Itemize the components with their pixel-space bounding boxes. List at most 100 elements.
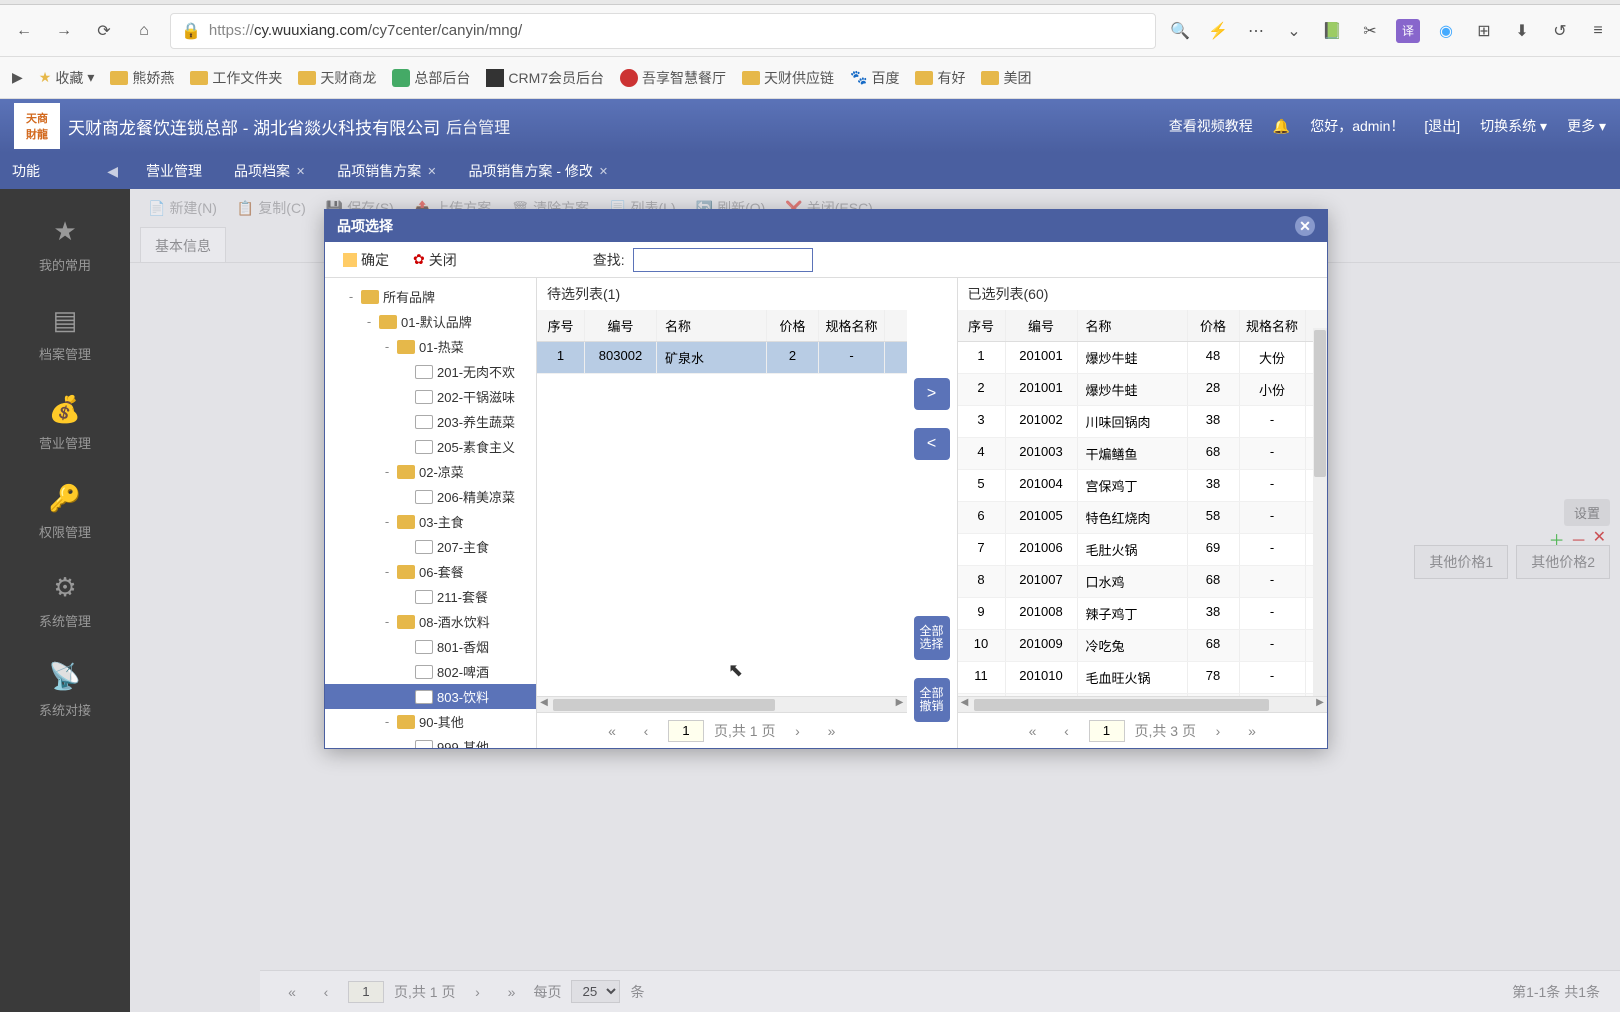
bookmark-favorites[interactable]: ★收藏 ▾ — [39, 68, 95, 88]
bell-icon[interactable]: 🔔 — [1273, 118, 1290, 135]
sidebar-favorites[interactable]: ★我的常用 — [0, 199, 130, 288]
tree-node[interactable]: 999-其他 — [325, 734, 536, 748]
reload-button[interactable]: ⟳ — [90, 17, 118, 45]
tab-item-archive[interactable]: 品项档案✕ — [218, 153, 321, 189]
sidebar-integration[interactable]: 📡系统对接 — [0, 644, 130, 733]
tree-node[interactable]: -01-热菜 — [325, 334, 536, 359]
flash-icon[interactable]: ⚡ — [1206, 19, 1230, 43]
tree-node[interactable]: 207-主食 — [325, 534, 536, 559]
modal-close-button[interactable]: ✕ — [1295, 216, 1315, 236]
move-left-button[interactable]: < — [914, 428, 950, 460]
table-row[interactable]: 10201009冷吃兔68- — [958, 630, 1328, 662]
last-page[interactable]: » — [1240, 719, 1264, 743]
menu-icon[interactable]: ≡ — [1586, 19, 1610, 43]
table-row[interactable]: 9201008辣子鸡丁38- — [958, 598, 1328, 630]
select-all-button[interactable]: 全部选择 — [914, 616, 950, 660]
table-row[interactable]: 3201002川味回锅肉38- — [958, 406, 1328, 438]
next-page[interactable]: › — [785, 719, 809, 743]
h-scrollbar[interactable]: ◀▶ — [958, 696, 1328, 712]
tab-sales-plan[interactable]: 品项销售方案✕ — [321, 153, 452, 189]
tree-node[interactable]: -所有品牌 — [325, 284, 536, 309]
ok-button[interactable]: 确定 — [335, 246, 397, 274]
chevron-down-icon[interactable]: ⌄ — [1282, 19, 1306, 43]
tree-node[interactable]: 205-素食主义 — [325, 434, 536, 459]
table-row[interactable]: 8201007口水鸡68- — [958, 566, 1328, 598]
bookmark-item[interactable]: 有好 — [915, 68, 965, 88]
bookmark-item[interactable]: 工作文件夹 — [190, 68, 282, 88]
table-row[interactable]: 1803002矿泉水2- — [537, 342, 907, 374]
apps-icon[interactable]: ⊞ — [1472, 19, 1496, 43]
tree-node[interactable]: -08-酒水饮料 — [325, 609, 536, 634]
v-scrollbar[interactable] — [1313, 328, 1327, 696]
tree-node[interactable]: 803-饮料 — [325, 684, 536, 709]
download-icon[interactable]: ⬇ — [1510, 19, 1534, 43]
sidebar-permission[interactable]: 🔑权限管理 — [0, 466, 130, 555]
more-dropdown[interactable]: 更多 ▾ — [1567, 116, 1606, 136]
close-icon[interactable]: ✕ — [296, 165, 305, 178]
bookmark-item[interactable]: 熊娇燕 — [110, 68, 174, 88]
tree-node[interactable]: -03-主食 — [325, 509, 536, 534]
home-button[interactable]: ⌂ — [130, 17, 158, 45]
bookmark-item[interactable]: CRM7会员后台 — [486, 68, 604, 88]
undo-all-button[interactable]: 全部撤销 — [914, 678, 950, 722]
bookmark-item[interactable]: 天财供应链 — [742, 68, 834, 88]
table-row[interactable]: 1201001爆炒牛蛙48大份 — [958, 342, 1328, 374]
table-row[interactable]: 2201001爆炒牛蛙28小份 — [958, 374, 1328, 406]
tree-node[interactable]: 802-啤酒 — [325, 659, 536, 684]
h-scrollbar[interactable]: ◀▶ — [537, 696, 907, 712]
tree-node[interactable]: -06-套餐 — [325, 559, 536, 584]
first-page[interactable]: « — [1021, 719, 1045, 743]
cancel-button[interactable]: ✿关闭 — [405, 246, 465, 274]
page-input[interactable] — [668, 720, 704, 742]
tree-node[interactable]: 201-无肉不欢 — [325, 359, 536, 384]
table-row[interactable]: 5201004宫保鸡丁38- — [958, 470, 1328, 502]
tree-node[interactable]: 206-精美凉菜 — [325, 484, 536, 509]
back-button[interactable]: ← — [10, 17, 38, 45]
bookmark-item[interactable]: 天财商龙 — [298, 68, 376, 88]
tree-node[interactable]: 202-干锅滋味 — [325, 384, 536, 409]
first-page[interactable]: « — [600, 719, 624, 743]
page-input[interactable] — [1089, 720, 1125, 742]
translate-icon[interactable]: 译 — [1396, 19, 1420, 43]
forward-button[interactable]: → — [50, 17, 78, 45]
tree-node[interactable]: -90-其他 — [325, 709, 536, 734]
history-icon[interactable]: ↺ — [1548, 19, 1572, 43]
zoom-icon[interactable]: 🔍 — [1168, 19, 1192, 43]
prev-page[interactable]: ‹ — [634, 719, 658, 743]
tree-node[interactable]: 211-套餐 — [325, 584, 536, 609]
sidebar-system[interactable]: ⚙系统管理 — [0, 555, 130, 644]
prev-page[interactable]: ‹ — [1055, 719, 1079, 743]
last-page[interactable]: » — [819, 719, 843, 743]
table-row[interactable]: 7201006毛肚火锅69- — [958, 534, 1328, 566]
bookmark-item[interactable]: 总部后台 — [392, 68, 470, 88]
bookmark-item[interactable]: 美团 — [981, 68, 1031, 88]
function-button[interactable]: 功能◀ — [0, 153, 130, 189]
table-row[interactable]: 11201010毛血旺火锅78- — [958, 662, 1328, 694]
bookmark-item[interactable]: 吾享智慧餐厅 — [620, 68, 726, 88]
video-tutorial-link[interactable]: 查看视频教程 — [1169, 116, 1253, 136]
bookmark-item[interactable]: 🐾百度 — [850, 68, 899, 88]
logout-link[interactable]: [退出] — [1424, 116, 1460, 136]
table-row[interactable]: 6201005特色红烧肉58- — [958, 502, 1328, 534]
address-bar[interactable]: 🔒 https://cy.wuuxiang.com/cy7center/cany… — [170, 13, 1156, 49]
bookmarks-toggle[interactable]: ▶ — [12, 69, 23, 86]
sidebar-archive[interactable]: ▤档案管理 — [0, 288, 130, 377]
close-icon[interactable]: ✕ — [599, 165, 608, 178]
more-icon[interactable]: ⋯ — [1244, 19, 1268, 43]
tree-node[interactable]: -02-凉菜 — [325, 459, 536, 484]
tree-node[interactable]: 203-养生蔬菜 — [325, 409, 536, 434]
move-right-button[interactable]: > — [914, 378, 950, 410]
circle-icon[interactable]: ◉ — [1434, 19, 1458, 43]
sidebar-business[interactable]: 💰营业管理 — [0, 377, 130, 466]
book-icon[interactable]: 📗 — [1320, 19, 1344, 43]
close-icon[interactable]: ✕ — [427, 165, 436, 178]
tree-node[interactable]: 801-香烟 — [325, 634, 536, 659]
tab-sales-plan-edit[interactable]: 品项销售方案 - 修改✕ — [452, 153, 624, 189]
tab-business[interactable]: 营业管理 — [130, 153, 218, 189]
scissors-icon[interactable]: ✂ — [1358, 19, 1382, 43]
next-page[interactable]: › — [1206, 719, 1230, 743]
tree-node[interactable]: -01-默认品牌 — [325, 309, 536, 334]
table-row[interactable]: 4201003干煸鳝鱼68- — [958, 438, 1328, 470]
switch-system-dropdown[interactable]: 切换系统 ▾ — [1480, 116, 1547, 136]
search-input[interactable] — [633, 248, 813, 272]
